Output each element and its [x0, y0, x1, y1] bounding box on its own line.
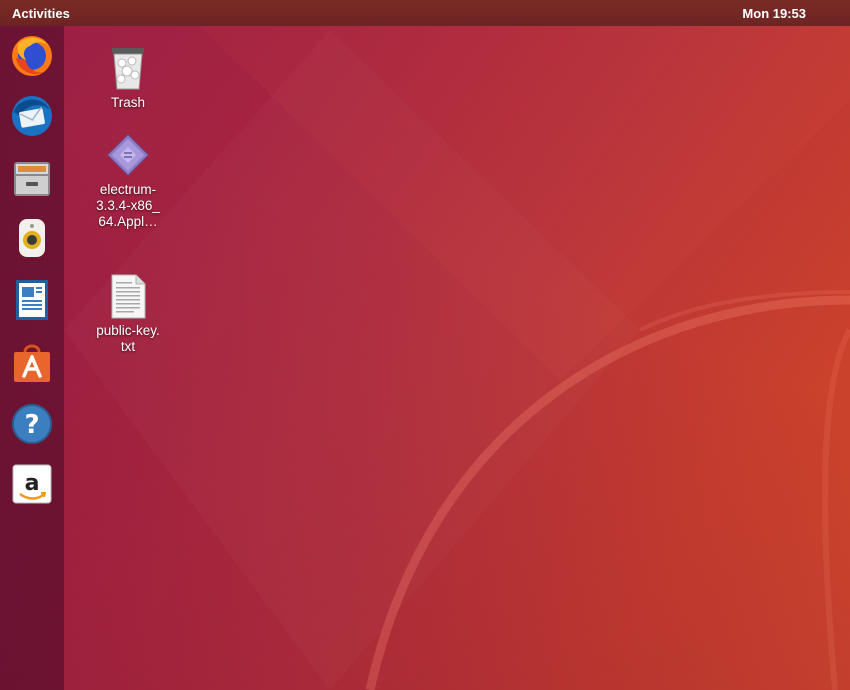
appimage-diamond-icon: [107, 134, 149, 176]
desktop-icon-public-key-txt[interactable]: public-key. txt: [83, 272, 173, 355]
software-bag-icon: [14, 344, 50, 382]
appimage-icon-wrapper: [104, 131, 152, 179]
clock-button[interactable]: Mon 19:53: [742, 6, 806, 21]
rhythmbox-speaker-icon: [19, 219, 45, 257]
dock-item-amazon[interactable]: a: [8, 460, 56, 508]
text-file-icon: [111, 274, 146, 319]
writer-document-icon: [16, 280, 48, 320]
top-bar: Activities Mon 19:53: [0, 0, 850, 26]
label-line: 64.Appl…: [98, 214, 158, 229]
svg-text:?: ?: [24, 410, 39, 440]
label-line: 3.3.4-x86_: [96, 198, 160, 213]
dock-item-rhythmbox[interactable]: [8, 214, 56, 262]
files-cabinet-icon: [14, 162, 50, 196]
desktop-icon-label: Trash: [110, 95, 145, 110]
trash-icon-wrapper: [104, 44, 152, 92]
svg-text:a: a: [25, 471, 40, 496]
desktop-icon-trash[interactable]: Trash: [83, 44, 173, 111]
desktop-icon-label: public-key. txt: [88, 323, 168, 355]
dock-item-libreoffice-writer[interactable]: [8, 276, 56, 324]
desktop-icon-electrum-appimage[interactable]: electrum- 3.3.4-x86_ 64.Appl…: [83, 131, 173, 230]
amazon-icon: a: [12, 464, 52, 504]
dock: ? a: [0, 26, 64, 690]
label-line: txt: [120, 339, 136, 354]
firefox-icon: [12, 36, 52, 76]
desktop-icon-label: electrum- 3.3.4-x86_ 64.Appl…: [88, 182, 168, 230]
label-line: public-key.: [96, 323, 160, 338]
label-line: electrum-: [99, 182, 157, 197]
text-file-icon-wrapper: [104, 272, 152, 320]
dock-item-thunderbird[interactable]: [8, 92, 56, 140]
dock-item-files[interactable]: [8, 154, 56, 202]
trash-icon: [112, 48, 144, 90]
dock-item-ubuntu-software[interactable]: [8, 338, 56, 386]
thunderbird-mail-icon: [12, 96, 52, 136]
dock-item-help[interactable]: ?: [8, 400, 56, 448]
help-question-icon: ?: [12, 404, 52, 444]
dock-item-firefox[interactable]: [8, 32, 56, 80]
activities-button[interactable]: Activities: [12, 6, 70, 21]
